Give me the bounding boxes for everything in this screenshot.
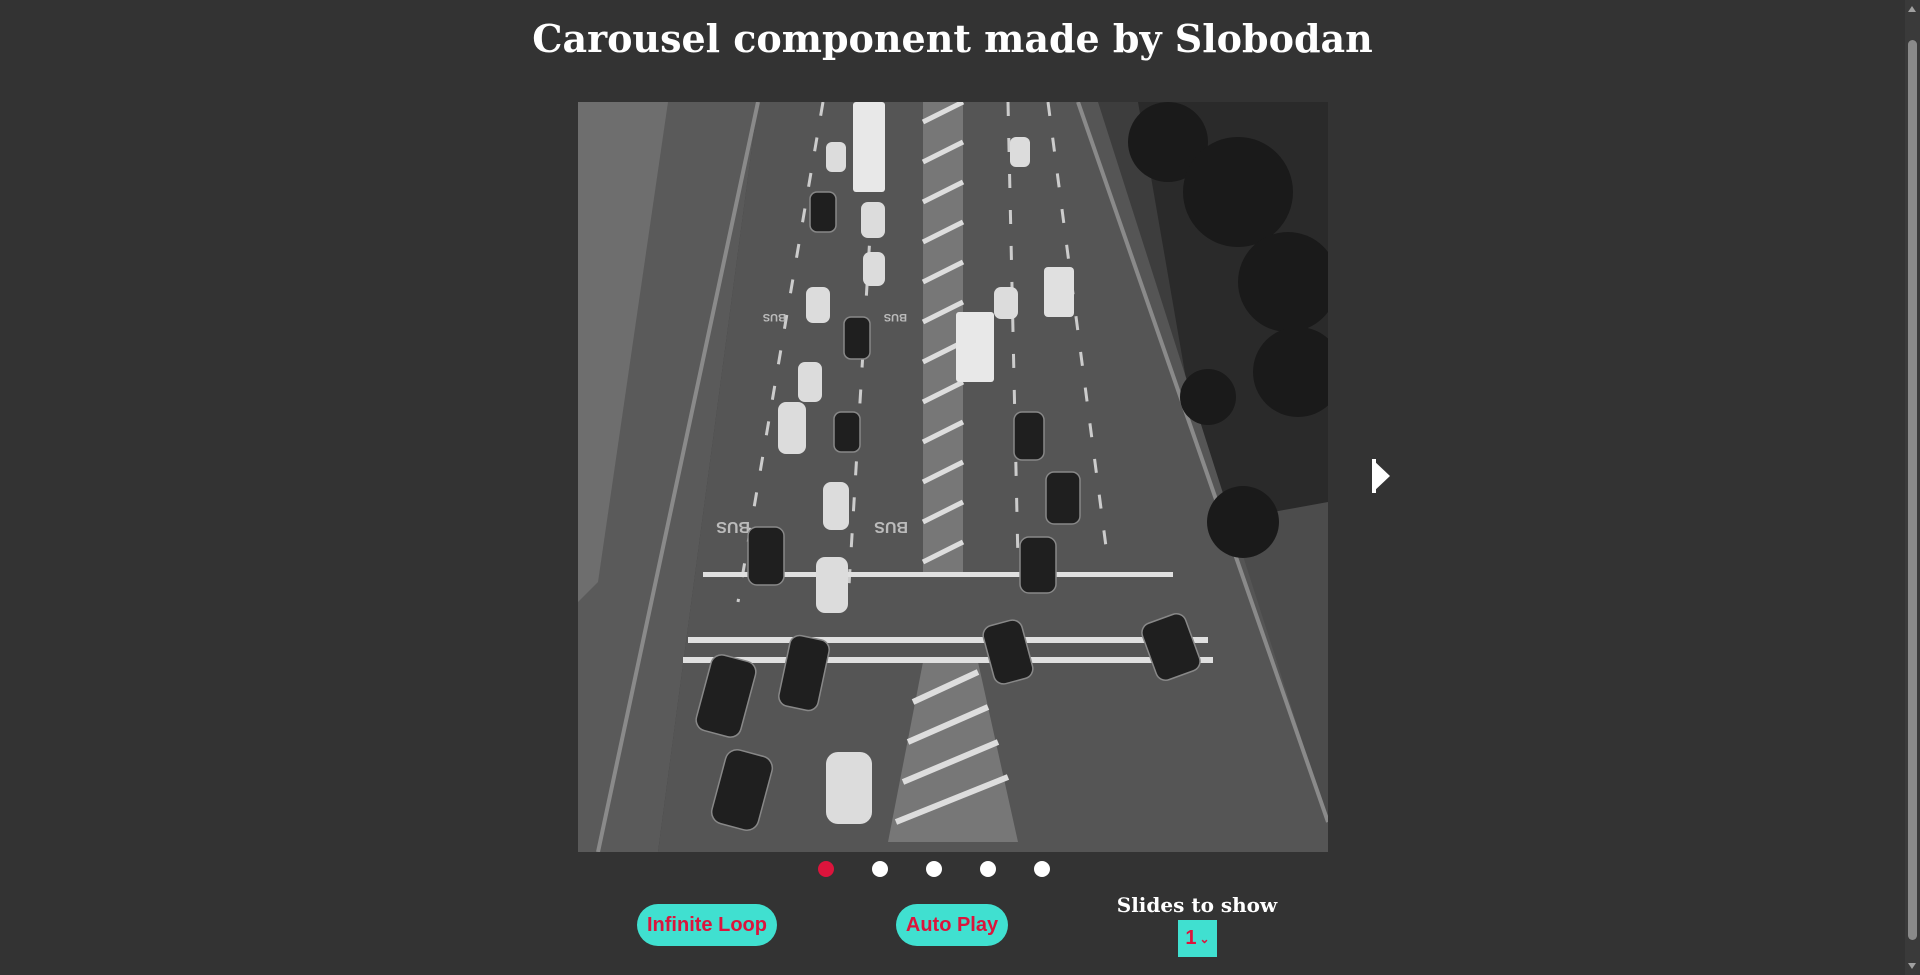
carousel-dot-1[interactable] xyxy=(818,861,834,877)
slides-to-show-value: 1 xyxy=(1185,927,1197,949)
carousel-slide[interactable]: BUS BUS BUS BUS xyxy=(578,102,1328,852)
slides-to-show-label: Slides to show xyxy=(1116,893,1278,917)
auto-play-button[interactable]: Auto Play xyxy=(896,904,1008,946)
chevron-down-icon: ⌄ xyxy=(1199,931,1210,946)
svg-text:BUS: BUS xyxy=(874,518,908,535)
page: Carousel component made by Slobodan BUS … xyxy=(0,0,1920,975)
svg-text:BUS: BUS xyxy=(763,311,786,323)
scroll-down-icon[interactable] xyxy=(1908,963,1916,969)
slide-image: BUS BUS BUS BUS xyxy=(578,102,1328,852)
carousel-dot-2[interactable] xyxy=(872,861,888,877)
carousel-dot-4[interactable] xyxy=(980,861,996,877)
scrollbar-thumb[interactable] xyxy=(1908,40,1917,940)
svg-text:BUS: BUS xyxy=(884,311,907,323)
slides-to-show-select[interactable]: 1 ⌄ xyxy=(1178,920,1217,957)
carousel-dot-5[interactable] xyxy=(1034,861,1050,877)
vertical-scrollbar[interactable] xyxy=(1905,0,1920,975)
scroll-up-icon[interactable] xyxy=(1908,6,1916,12)
svg-text:BUS: BUS xyxy=(716,518,750,535)
carousel-dot-3[interactable] xyxy=(926,861,942,877)
chevron-right-icon[interactable] xyxy=(1366,455,1396,497)
infinite-loop-button[interactable]: Infinite Loop xyxy=(637,904,777,946)
carousel-dots xyxy=(818,861,1050,877)
page-title: Carousel component made by Slobodan xyxy=(532,16,1373,61)
